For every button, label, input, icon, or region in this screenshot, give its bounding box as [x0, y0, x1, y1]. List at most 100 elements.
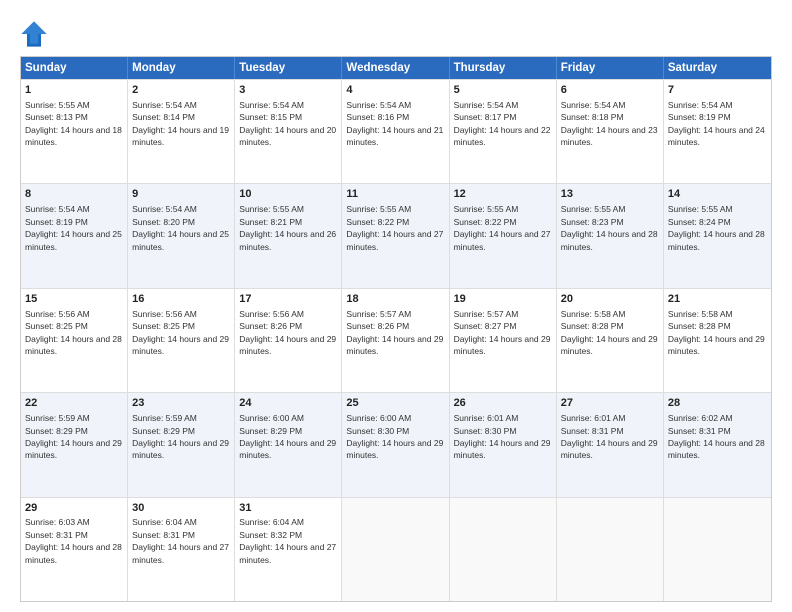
cell-info: Sunrise: 5:54 AMSunset: 8:19 PMDaylight:… [668, 100, 765, 147]
day-number: 6 [561, 83, 659, 98]
calendar-cell: 19 Sunrise: 5:57 AMSunset: 8:27 PMDaylig… [450, 289, 557, 392]
day-number: 14 [668, 187, 767, 202]
day-number: 12 [454, 187, 552, 202]
calendar-cell: 27 Sunrise: 6:01 AMSunset: 8:31 PMDaylig… [557, 393, 664, 496]
header [20, 16, 772, 48]
cell-info: Sunrise: 5:55 AMSunset: 8:22 PMDaylight:… [346, 204, 443, 251]
calendar-cell: 17 Sunrise: 5:56 AMSunset: 8:26 PMDaylig… [235, 289, 342, 392]
day-number: 13 [561, 187, 659, 202]
cell-info: Sunrise: 5:55 AMSunset: 8:24 PMDaylight:… [668, 204, 765, 251]
calendar-cell: 1 Sunrise: 5:55 AMSunset: 8:13 PMDayligh… [21, 80, 128, 183]
cell-info: Sunrise: 5:54 AMSunset: 8:15 PMDaylight:… [239, 100, 336, 147]
day-number: 25 [346, 396, 444, 411]
day-number: 5 [454, 83, 552, 98]
cell-info: Sunrise: 6:02 AMSunset: 8:31 PMDaylight:… [668, 413, 765, 460]
cell-info: Sunrise: 6:01 AMSunset: 8:31 PMDaylight:… [561, 413, 658, 460]
day-number: 18 [346, 292, 444, 307]
cell-info: Sunrise: 5:55 AMSunset: 8:22 PMDaylight:… [454, 204, 551, 251]
calendar-cell: 12 Sunrise: 5:55 AMSunset: 8:22 PMDaylig… [450, 184, 557, 287]
day-number: 23 [132, 396, 230, 411]
cell-info: Sunrise: 5:55 AMSunset: 8:21 PMDaylight:… [239, 204, 336, 251]
calendar-cell: 15 Sunrise: 5:56 AMSunset: 8:25 PMDaylig… [21, 289, 128, 392]
day-number: 8 [25, 187, 123, 202]
day-number: 15 [25, 292, 123, 307]
cell-info: Sunrise: 5:59 AMSunset: 8:29 PMDaylight:… [132, 413, 229, 460]
calendar-cell: 14 Sunrise: 5:55 AMSunset: 8:24 PMDaylig… [664, 184, 771, 287]
calendar-header-friday: Friday [557, 57, 664, 79]
day-number: 11 [346, 187, 444, 202]
calendar-cell: 23 Sunrise: 5:59 AMSunset: 8:29 PMDaylig… [128, 393, 235, 496]
day-number: 10 [239, 187, 337, 202]
calendar-cell: 6 Sunrise: 5:54 AMSunset: 8:18 PMDayligh… [557, 80, 664, 183]
calendar-cell: 2 Sunrise: 5:54 AMSunset: 8:14 PMDayligh… [128, 80, 235, 183]
calendar-week-3: 15 Sunrise: 5:56 AMSunset: 8:25 PMDaylig… [21, 288, 771, 392]
calendar-cell: 3 Sunrise: 5:54 AMSunset: 8:15 PMDayligh… [235, 80, 342, 183]
logo-icon [20, 20, 48, 48]
day-number: 29 [25, 501, 123, 516]
day-number: 24 [239, 396, 337, 411]
cell-info: Sunrise: 5:57 AMSunset: 8:27 PMDaylight:… [454, 309, 551, 356]
day-number: 9 [132, 187, 230, 202]
calendar-week-2: 8 Sunrise: 5:54 AMSunset: 8:19 PMDayligh… [21, 183, 771, 287]
calendar-header-tuesday: Tuesday [235, 57, 342, 79]
cell-info: Sunrise: 5:58 AMSunset: 8:28 PMDaylight:… [561, 309, 658, 356]
calendar-cell: 24 Sunrise: 6:00 AMSunset: 8:29 PMDaylig… [235, 393, 342, 496]
cell-info: Sunrise: 5:54 AMSunset: 8:14 PMDaylight:… [132, 100, 229, 147]
cell-info: Sunrise: 5:59 AMSunset: 8:29 PMDaylight:… [25, 413, 122, 460]
calendar-week-4: 22 Sunrise: 5:59 AMSunset: 8:29 PMDaylig… [21, 392, 771, 496]
calendar-cell: 25 Sunrise: 6:00 AMSunset: 8:30 PMDaylig… [342, 393, 449, 496]
calendar-header-wednesday: Wednesday [342, 57, 449, 79]
day-number: 2 [132, 83, 230, 98]
calendar: SundayMondayTuesdayWednesdayThursdayFrid… [20, 56, 772, 602]
cell-info: Sunrise: 5:56 AMSunset: 8:25 PMDaylight:… [132, 309, 229, 356]
calendar-header-monday: Monday [128, 57, 235, 79]
calendar-header-thursday: Thursday [450, 57, 557, 79]
day-number: 28 [668, 396, 767, 411]
calendar-cell: 5 Sunrise: 5:54 AMSunset: 8:17 PMDayligh… [450, 80, 557, 183]
page: SundayMondayTuesdayWednesdayThursdayFrid… [0, 0, 792, 612]
day-number: 7 [668, 83, 767, 98]
calendar-cell: 29 Sunrise: 6:03 AMSunset: 8:31 PMDaylig… [21, 498, 128, 601]
calendar-cell [342, 498, 449, 601]
calendar-week-1: 1 Sunrise: 5:55 AMSunset: 8:13 PMDayligh… [21, 79, 771, 183]
calendar-cell: 4 Sunrise: 5:54 AMSunset: 8:16 PMDayligh… [342, 80, 449, 183]
cell-info: Sunrise: 6:01 AMSunset: 8:30 PMDaylight:… [454, 413, 551, 460]
calendar-cell: 18 Sunrise: 5:57 AMSunset: 8:26 PMDaylig… [342, 289, 449, 392]
calendar-cell: 28 Sunrise: 6:02 AMSunset: 8:31 PMDaylig… [664, 393, 771, 496]
logo [20, 20, 50, 48]
calendar-cell [664, 498, 771, 601]
cell-info: Sunrise: 6:00 AMSunset: 8:30 PMDaylight:… [346, 413, 443, 460]
cell-info: Sunrise: 5:54 AMSunset: 8:20 PMDaylight:… [132, 204, 229, 251]
day-number: 22 [25, 396, 123, 411]
day-number: 19 [454, 292, 552, 307]
day-number: 16 [132, 292, 230, 307]
day-number: 27 [561, 396, 659, 411]
cell-info: Sunrise: 5:54 AMSunset: 8:16 PMDaylight:… [346, 100, 443, 147]
calendar-cell [450, 498, 557, 601]
calendar-header-sunday: Sunday [21, 57, 128, 79]
cell-info: Sunrise: 5:56 AMSunset: 8:25 PMDaylight:… [25, 309, 122, 356]
calendar-cell: 30 Sunrise: 6:04 AMSunset: 8:31 PMDaylig… [128, 498, 235, 601]
calendar-cell: 10 Sunrise: 5:55 AMSunset: 8:21 PMDaylig… [235, 184, 342, 287]
day-number: 1 [25, 83, 123, 98]
calendar-week-5: 29 Sunrise: 6:03 AMSunset: 8:31 PMDaylig… [21, 497, 771, 601]
cell-info: Sunrise: 5:54 AMSunset: 8:18 PMDaylight:… [561, 100, 658, 147]
day-number: 26 [454, 396, 552, 411]
cell-info: Sunrise: 5:54 AMSunset: 8:17 PMDaylight:… [454, 100, 551, 147]
calendar-cell: 8 Sunrise: 5:54 AMSunset: 8:19 PMDayligh… [21, 184, 128, 287]
calendar-cell: 31 Sunrise: 6:04 AMSunset: 8:32 PMDaylig… [235, 498, 342, 601]
cell-info: Sunrise: 5:55 AMSunset: 8:23 PMDaylight:… [561, 204, 658, 251]
cell-info: Sunrise: 5:58 AMSunset: 8:28 PMDaylight:… [668, 309, 765, 356]
calendar-cell: 16 Sunrise: 5:56 AMSunset: 8:25 PMDaylig… [128, 289, 235, 392]
calendar-header-saturday: Saturday [664, 57, 771, 79]
calendar-cell: 26 Sunrise: 6:01 AMSunset: 8:30 PMDaylig… [450, 393, 557, 496]
cell-info: Sunrise: 5:55 AMSunset: 8:13 PMDaylight:… [25, 100, 122, 147]
calendar-cell: 11 Sunrise: 5:55 AMSunset: 8:22 PMDaylig… [342, 184, 449, 287]
cell-info: Sunrise: 6:03 AMSunset: 8:31 PMDaylight:… [25, 517, 122, 564]
day-number: 4 [346, 83, 444, 98]
calendar-cell: 13 Sunrise: 5:55 AMSunset: 8:23 PMDaylig… [557, 184, 664, 287]
day-number: 17 [239, 292, 337, 307]
calendar-cell: 20 Sunrise: 5:58 AMSunset: 8:28 PMDaylig… [557, 289, 664, 392]
cell-info: Sunrise: 6:04 AMSunset: 8:32 PMDaylight:… [239, 517, 336, 564]
calendar-body: 1 Sunrise: 5:55 AMSunset: 8:13 PMDayligh… [21, 79, 771, 601]
